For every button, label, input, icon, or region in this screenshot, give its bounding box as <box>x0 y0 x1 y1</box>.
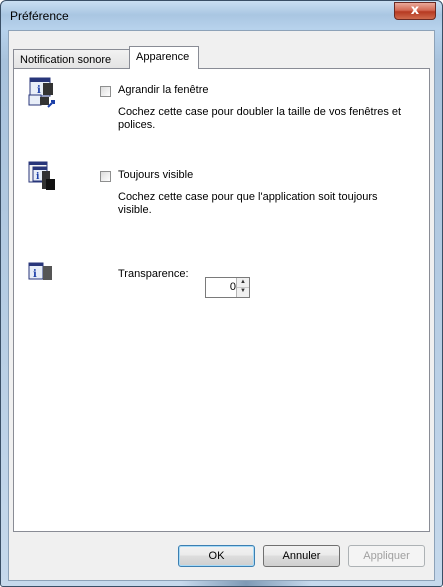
always-visible-checkbox[interactable] <box>100 171 111 182</box>
cancel-button[interactable]: Annuler <box>263 545 340 567</box>
transparency-value[interactable]: 0 <box>206 281 236 293</box>
tab-notification-sonore[interactable]: Notification sonore <box>13 49 129 68</box>
preferences-window: Préférence x Notification sonore Apparen… <box>0 0 443 587</box>
transparency-icon: i <box>28 262 52 280</box>
always-visible-label[interactable]: Toujours visible <box>118 169 193 181</box>
spinner-arrows: ▲ ▼ <box>236 278 249 297</box>
enlarge-window-description: Cochez cette case pour doubler la taille… <box>118 106 401 132</box>
close-icon: x <box>410 3 420 18</box>
enlarge-desc-line-2: polices. <box>118 119 156 131</box>
window-stack-icon: i <box>28 161 55 190</box>
window-resize-icon: i <box>28 77 55 108</box>
enlarge-desc-line-1: Cochez cette case pour doubler la taille… <box>118 106 402 118</box>
close-button[interactable]: x <box>394 2 436 20</box>
apply-button[interactable]: Appliquer <box>348 545 425 567</box>
enlarge-window-label[interactable]: Agrandir la fenêtre <box>118 84 209 96</box>
dialog-client-area: Notification sonore Apparence i Agrandir… <box>8 30 435 581</box>
window-bottom-edge <box>181 581 311 586</box>
ok-button[interactable]: OK <box>178 545 255 567</box>
apparence-panel: i Agrandir la fenêtre Cochez cette case … <box>13 68 430 532</box>
always-visible-desc-line-2: visible. <box>118 204 152 216</box>
svg-text:i: i <box>33 269 37 280</box>
window-title: Préférence <box>10 9 69 23</box>
always-visible-desc-line-1: Cochez cette case pour que l'application… <box>118 191 378 203</box>
svg-text:i: i <box>36 172 40 182</box>
enlarge-window-checkbox[interactable] <box>100 86 111 97</box>
svg-text:i: i <box>37 85 41 96</box>
always-visible-description: Cochez cette case pour que l'application… <box>118 191 378 217</box>
transparency-spinner[interactable]: 0 ▲ ▼ <box>205 277 250 298</box>
title-bar[interactable]: Préférence x <box>1 1 442 29</box>
spinner-down-icon[interactable]: ▼ <box>237 287 249 296</box>
tab-apparence[interactable]: Apparence <box>129 46 199 69</box>
transparency-label: Transparence: <box>118 268 189 280</box>
